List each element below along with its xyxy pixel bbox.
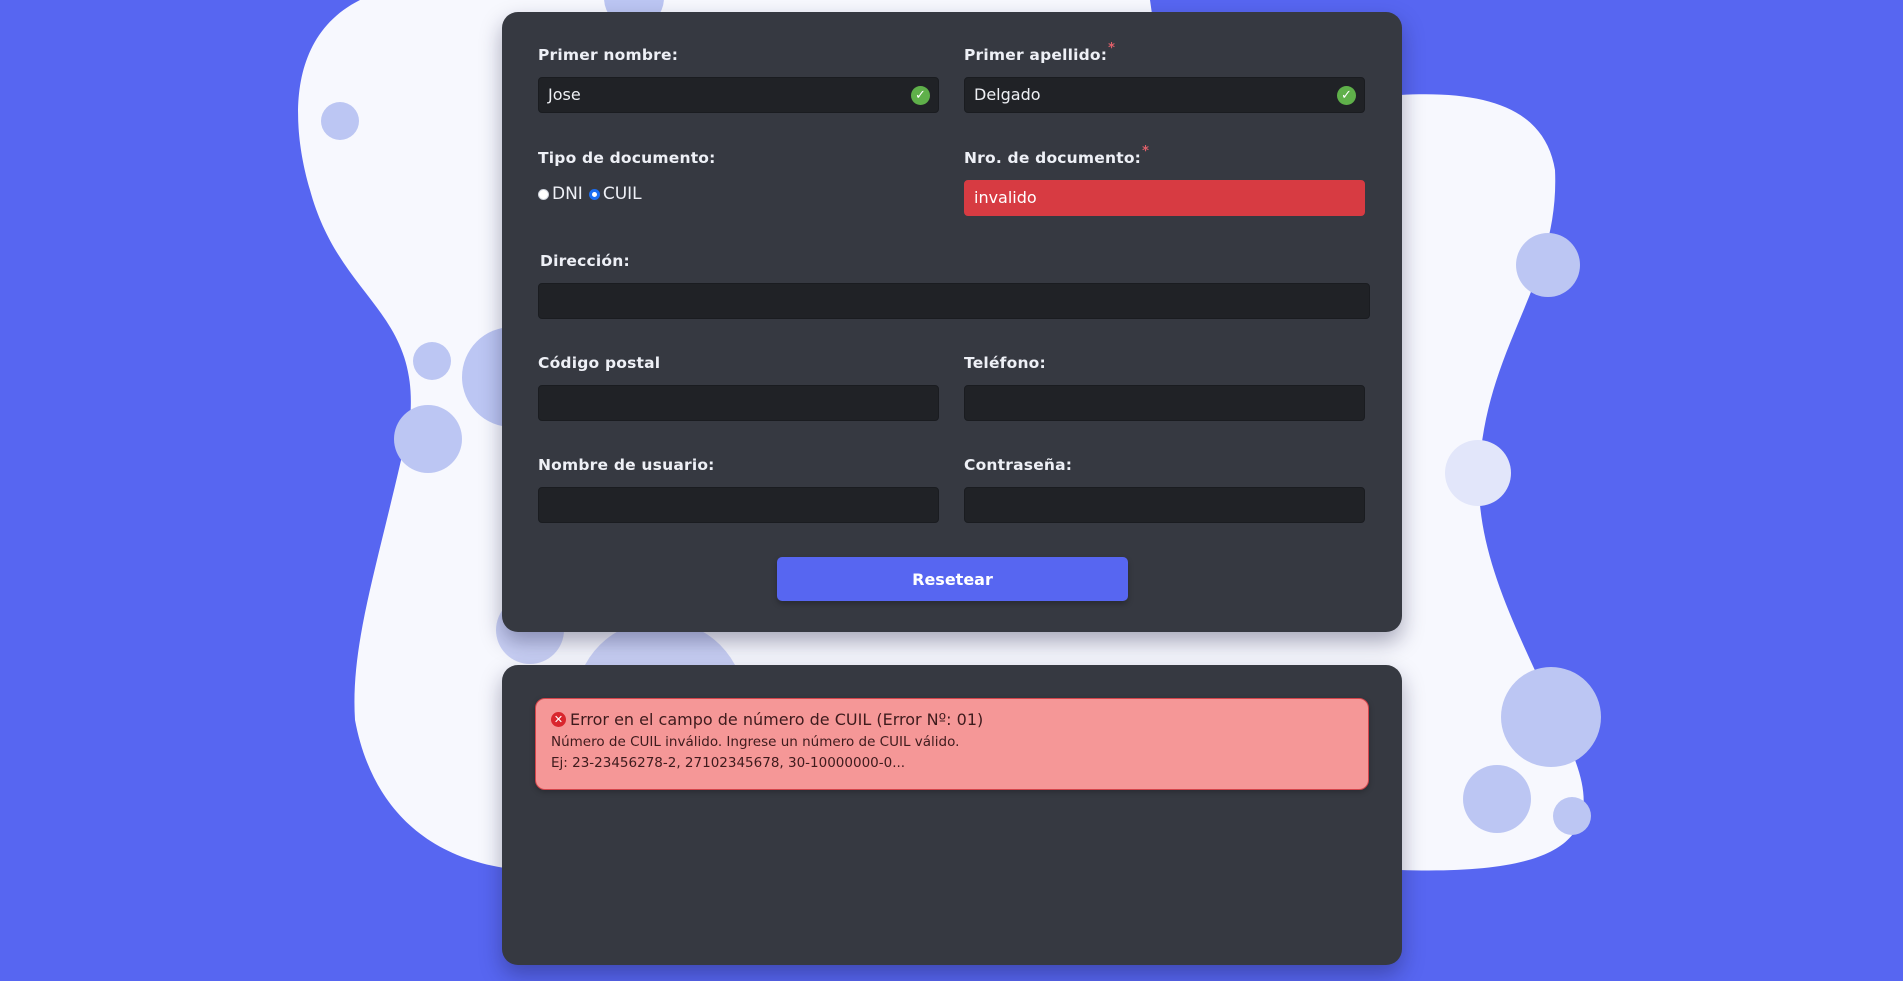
first-name-label: Primer nombre: bbox=[538, 46, 678, 64]
radio-cuil[interactable] bbox=[588, 188, 600, 200]
doc-number-label: Nro. de documento:* bbox=[964, 144, 1149, 167]
last-name-label-text: Primer apellido: bbox=[964, 46, 1108, 64]
doc-number-field[interactable]: invalido bbox=[964, 180, 1365, 216]
password-label: Contraseña: bbox=[964, 456, 1072, 474]
doc-number-value: invalido bbox=[974, 188, 1037, 207]
postal-code-label-text: Código postal bbox=[538, 354, 661, 372]
doc-type-label: Tipo de documento: bbox=[538, 149, 716, 167]
address-label-text: Dirección: bbox=[540, 252, 630, 270]
required-asterisk: * bbox=[1108, 41, 1116, 56]
postal-code-label: Código postal bbox=[538, 354, 660, 372]
address-field[interactable] bbox=[538, 283, 1370, 319]
doc-type-label-text: Tipo de documento: bbox=[538, 149, 716, 167]
error-message: Número de CUIL inválido. Ingrese un núme… bbox=[551, 734, 960, 750]
last-name-label: Primer apellido:* bbox=[964, 41, 1115, 64]
radio-cuil-label[interactable]: CUIL bbox=[603, 184, 642, 204]
doc-type-radio-group: DNI CUIL bbox=[538, 184, 648, 204]
check-circle-icon: ✓ bbox=[911, 86, 930, 105]
username-field[interactable] bbox=[538, 487, 939, 523]
postal-code-field[interactable] bbox=[538, 385, 939, 421]
x-circle-icon: ✕ bbox=[551, 712, 566, 727]
error-example: Ej: 23-23456278-2, 27102345678, 30-10000… bbox=[551, 755, 906, 771]
address-label: Dirección: bbox=[540, 252, 630, 270]
first-name-label-text: Primer nombre: bbox=[538, 46, 679, 64]
phone-label-text: Teléfono: bbox=[964, 354, 1046, 372]
last-name-field[interactable]: Delgado ✓ bbox=[964, 77, 1365, 113]
doc-number-label-text: Nro. de documento: bbox=[964, 149, 1142, 167]
error-alert: ✕ Error en el campo de número de CUIL (E… bbox=[535, 698, 1369, 790]
reset-button[interactable]: Resetear bbox=[777, 557, 1128, 601]
check-circle-icon: ✓ bbox=[1337, 86, 1356, 105]
required-asterisk: * bbox=[1142, 144, 1150, 159]
error-alert-title-row: ✕ Error en el campo de número de CUIL (E… bbox=[551, 710, 1368, 729]
radio-dni-label[interactable]: DNI bbox=[552, 184, 583, 204]
username-label: Nombre de usuario: bbox=[538, 456, 715, 474]
password-field[interactable] bbox=[964, 487, 1365, 523]
phone-label: Teléfono: bbox=[964, 354, 1046, 372]
username-label-text: Nombre de usuario: bbox=[538, 456, 715, 474]
first-name-value: Jose bbox=[548, 85, 581, 104]
error-panel-card: ✕ Error en el campo de número de CUIL (E… bbox=[502, 665, 1402, 965]
password-label-text: Contraseña: bbox=[964, 456, 1073, 474]
radio-dni[interactable] bbox=[538, 188, 549, 200]
registration-form-card: Primer nombre: Jose ✓ Primer apellido:* … bbox=[502, 12, 1402, 632]
phone-field[interactable] bbox=[964, 385, 1365, 421]
last-name-value: Delgado bbox=[974, 85, 1041, 104]
error-title: Error en el campo de número de CUIL (Err… bbox=[570, 710, 984, 729]
first-name-field[interactable]: Jose ✓ bbox=[538, 77, 939, 113]
